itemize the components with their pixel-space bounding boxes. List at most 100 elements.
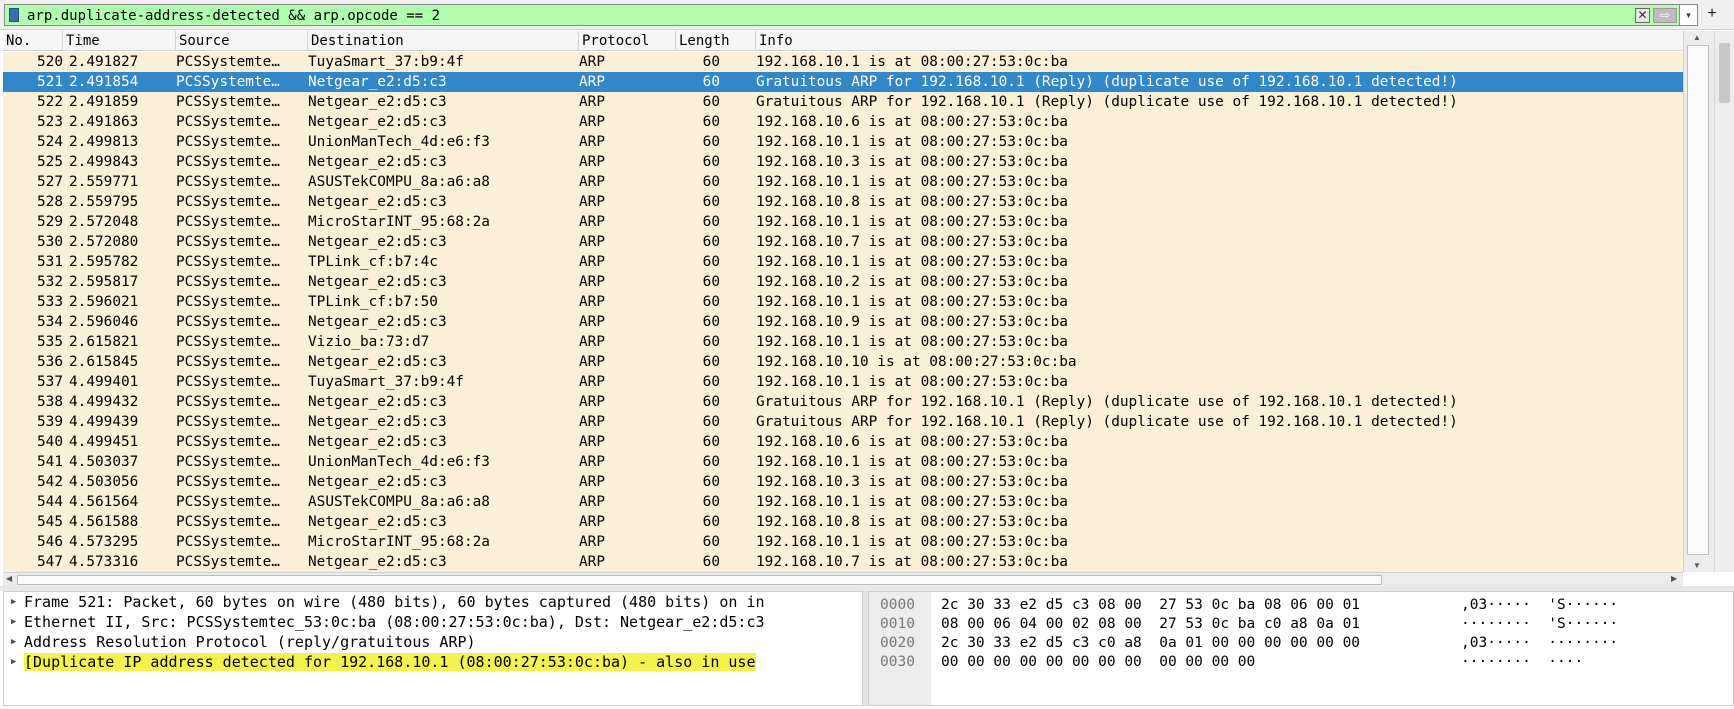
minimap-thumb[interactable] [1719,43,1730,103]
expand-arrow-icon[interactable]: ▶ [11,652,16,672]
packet-number: 533 [37,294,63,310]
packet-destination: UnionManTech_4d:e6:f3 [308,454,490,470]
packet-row[interactable]: 535 2.615821 PCSSystemte… Vizio_ba:73:d7 ARP… [3,332,1683,352]
packet-row[interactable]: 546 4.573295 PCSSystemte… MicroStarINT_95:6… [3,532,1683,552]
packet-row[interactable]: 539 4.499439 PCSSystemte… Netgear_e2:d5:c3 A… [3,412,1683,432]
packet-row[interactable]: 520 2.491827 PCSSystemte… TuyaSmart_37:b9:4… [3,52,1683,72]
packet-row[interactable]: 521 2.491854 PCSSystemte… Netgear_e2:d5:c3 A… [3,72,1683,92]
packet-length: 60 [702,554,720,570]
expand-arrow-icon[interactable]: ▶ [11,592,16,612]
filter-expression-text[interactable]: arp.duplicate-address-detected && arp.op… [27,7,440,25]
packet-row[interactable]: 533 2.596021 PCSSystemte… TPLink_cf:b7:50 AR… [3,292,1683,312]
display-filter-input[interactable]: arp.duplicate-address-detected && arp.op… [4,4,1680,26]
packet-row[interactable]: 540 4.499451 PCSSystemte… Netgear_e2:d5:c3 A… [3,432,1683,452]
packet-source: PCSSystemte… [176,534,280,550]
packet-minimap-scrollbar[interactable] [1714,31,1734,572]
packet-destination: Netgear_e2:d5:c3 [308,514,447,530]
packet-source: PCSSystemte… [176,314,280,330]
packet-details-pane: ▶ Frame 521: Packet, 60 bytes on wire (48… [3,591,863,706]
packet-row[interactable]: 544 4.561564 PCSSystemte… ASUSTekCOMPU_8a:a… [3,492,1683,512]
packet-row[interactable]: 527 2.559771 PCSSystemte… ASUSTekCOMPU_8a:a… [3,172,1683,192]
hex-bytes: 00 00 00 00 00 00 00 00 00 00 00 00 [941,654,1256,670]
packet-number: 535 [37,334,63,350]
expand-arrow-icon[interactable]: ▶ [11,632,16,652]
packet-info: 192.168.10.8 is at 08:00:27:53:0c:ba [756,194,1068,210]
packet-protocol: ARP [579,94,605,110]
column-header-info[interactable]: Info [756,31,1683,51]
packet-list-horizontal-scrollbar[interactable]: ◀ ▶ [3,572,1683,586]
packet-row[interactable]: 530 2.572080 PCSSystemte… Netgear_e2:d5:c3 A… [3,232,1683,252]
protocol-tree-item[interactable]: ▶ Frame 521: Packet, 60 bytes on wire (48… [4,592,862,612]
horizontal-scrollbar-thumb[interactable] [17,575,1382,585]
packet-length: 60 [702,314,720,330]
hex-bytes: 2c 30 33 e2 d5 c3 c0 a8 0a 01 00 00 00 0… [941,635,1361,651]
packet-time: 4.573316 [69,554,139,570]
packet-row[interactable]: 531 2.595782 PCSSystemte… TPLink_cf:b7:4c AR… [3,252,1683,272]
ascii-bytes: ········ ···· [1461,654,1584,670]
packet-row[interactable]: 529 2.572048 PCSSystemte… MicroStarINT_95:6… [3,212,1683,232]
column-header-time[interactable]: Time [63,31,176,51]
packet-protocol: ARP [579,254,605,270]
packet-source: PCSSystemte… [176,134,280,150]
packet-row[interactable]: 542 4.503056 PCSSystemte… Netgear_e2:d5:c3 A… [3,472,1683,492]
add-filter-button[interactable]: + [1700,4,1724,26]
packet-length: 60 [702,394,720,410]
packet-info: 192.168.10.6 is at 08:00:27:53:0c:ba [756,114,1068,130]
packet-row[interactable]: 537 4.499401 PCSSystemte… TuyaSmart_37:b9:4… [3,372,1683,392]
column-header-protocol[interactable]: Protocol [579,31,676,51]
packet-row[interactable]: 534 2.596046 PCSSystemte… Netgear_e2:d5:c3 A… [3,312,1683,332]
packet-row[interactable]: 532 2.595817 PCSSystemte… Netgear_e2:d5:c3 A… [3,272,1683,292]
apply-filter-icon[interactable]: ⇨ [1653,8,1677,23]
scroll-left-arrow-icon[interactable]: ◀ [6,574,12,583]
packet-info: Gratuitous ARP for 192.168.10.1 (Reply) … [756,394,1458,410]
packet-row[interactable]: 536 2.615845 PCSSystemte… Netgear_e2:d5:c3 A… [3,352,1683,372]
packet-row[interactable]: 538 4.499432 PCSSystemte… Netgear_e2:d5:c3 A… [3,392,1683,412]
column-header-source[interactable]: Source [176,31,308,51]
packet-protocol: ARP [579,474,605,490]
packet-row[interactable]: 541 4.503037 PCSSystemte… UnionManTech_4d:e… [3,452,1683,472]
packet-row[interactable]: 545 4.561588 PCSSystemte… Netgear_e2:d5:c3 A… [3,512,1683,532]
expand-arrow-icon[interactable]: ▶ [11,612,16,632]
column-header-destination[interactable]: Destination [308,31,579,51]
packet-destination: TPLink_cf:b7:4c [308,254,438,270]
filter-history-dropdown[interactable]: ▾ [1680,4,1698,26]
packet-info: 192.168.10.3 is at 08:00:27:53:0c:ba [756,154,1068,170]
packet-destination: Netgear_e2:d5:c3 [308,434,447,450]
packet-info: 192.168.10.1 is at 08:00:27:53:0c:ba [756,374,1068,390]
packet-destination: UnionManTech_4d:e6:f3 [308,134,490,150]
expert-info-tree-item[interactable]: ▶ [Duplicate IP address detected for 192.… [4,652,862,672]
scroll-up-arrow-icon[interactable]: ▲ [1693,33,1701,42]
packet-list-vertical-scrollbar[interactable]: ▲ ▼ [1683,31,1714,572]
packet-info: 192.168.10.2 is at 08:00:27:53:0c:ba [756,274,1068,290]
protocol-tree-item[interactable]: ▶ Ethernet II, Src: PCSSystemtec_53:0c:ba… [4,612,862,632]
tree-item-label: Frame 521: Packet, 60 bytes on wire (480… [24,593,765,611]
packet-source: PCSSystemte… [176,294,280,310]
protocol-tree-item[interactable]: ▶ Address Resolution Protocol (reply/grat… [4,632,862,652]
packet-time: 4.503037 [69,454,139,470]
packet-source: PCSSystemte… [176,434,280,450]
ascii-bytes: ,03····· 'S······ [1461,597,1619,613]
column-header-no[interactable]: No. [3,31,63,51]
packet-time: 4.499432 [69,394,139,410]
packet-info: 192.168.10.3 is at 08:00:27:53:0c:ba [756,474,1068,490]
scrollbar-thumb[interactable] [1687,45,1709,555]
packet-row[interactable]: 523 2.491863 PCSSystemte… Netgear_e2:d5:c3 A… [3,112,1683,132]
packet-row[interactable]: 528 2.559795 PCSSystemte… Netgear_e2:d5:c3 A… [3,192,1683,212]
packet-time: 2.499813 [69,134,139,150]
bookmark-icon[interactable] [9,8,19,22]
packet-row[interactable]: 524 2.499813 PCSSystemte… UnionManTech_4d:e… [3,132,1683,152]
packet-number: 536 [37,354,63,370]
scroll-right-arrow-icon[interactable]: ▶ [1671,574,1677,583]
packet-row[interactable]: 522 2.491859 PCSSystemte… Netgear_e2:d5:c3 A… [3,92,1683,112]
packet-source: PCSSystemte… [176,154,280,170]
packet-number: 529 [37,214,63,230]
packet-length: 60 [702,434,720,450]
packet-row[interactable]: 547 4.573316 PCSSystemte… Netgear_e2:d5:c3 A… [3,552,1683,572]
packet-row[interactable]: 525 2.499843 PCSSystemte… Netgear_e2:d5:c3 A… [3,152,1683,172]
column-header-length[interactable]: Length [676,31,756,51]
clear-filter-icon[interactable]: ✕ [1635,8,1650,23]
packet-length: 60 [702,174,720,190]
packet-info: Gratuitous ARP for 192.168.10.1 (Reply) … [756,94,1458,110]
scroll-down-arrow-icon[interactable]: ▼ [1693,561,1701,570]
packet-protocol: ARP [579,214,605,230]
